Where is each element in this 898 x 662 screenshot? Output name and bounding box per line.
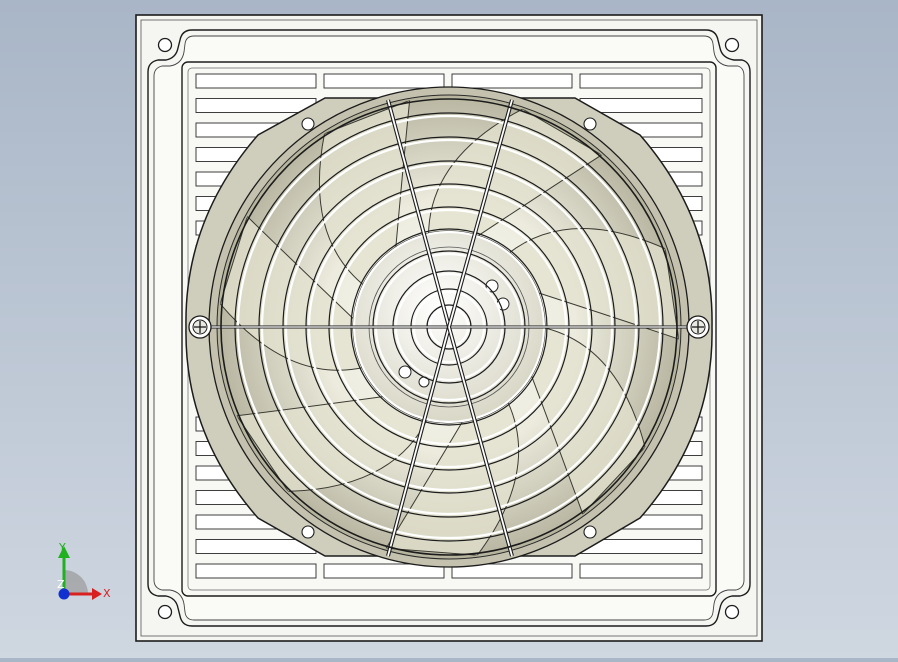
- screw-right: [686, 315, 710, 339]
- grille-slot: [323, 73, 445, 89]
- x-axis-head: [92, 588, 102, 600]
- coordinate-triad: X Y Z: [57, 541, 111, 600]
- grille-slot: [195, 563, 317, 579]
- grille-slot: [195, 98, 317, 113]
- hub-hole: [398, 365, 412, 379]
- shroud-hole: [301, 525, 315, 539]
- grille-slot: [579, 98, 703, 113]
- hole-bottom-left: [157, 604, 173, 620]
- hole-top-right: [724, 37, 740, 53]
- model-render: X Y Z: [57, 14, 763, 642]
- grille-slot: [579, 73, 703, 89]
- grille-slot: [195, 539, 317, 554]
- z-axis-label: Z: [57, 578, 65, 591]
- screw-left: [188, 315, 212, 339]
- shroud-hole: [583, 117, 597, 131]
- grille-slot: [451, 73, 573, 89]
- grille-slot: [579, 563, 703, 579]
- y-axis-label: Y: [58, 541, 66, 554]
- shroud-hole: [583, 525, 597, 539]
- cad-viewport[interactable]: X Y Z: [0, 0, 898, 658]
- hole-top-left: [157, 37, 173, 53]
- grille-slot: [195, 73, 317, 89]
- shroud-hole: [301, 117, 315, 131]
- hole-bottom-right: [724, 604, 740, 620]
- x-axis-label: X: [103, 587, 111, 600]
